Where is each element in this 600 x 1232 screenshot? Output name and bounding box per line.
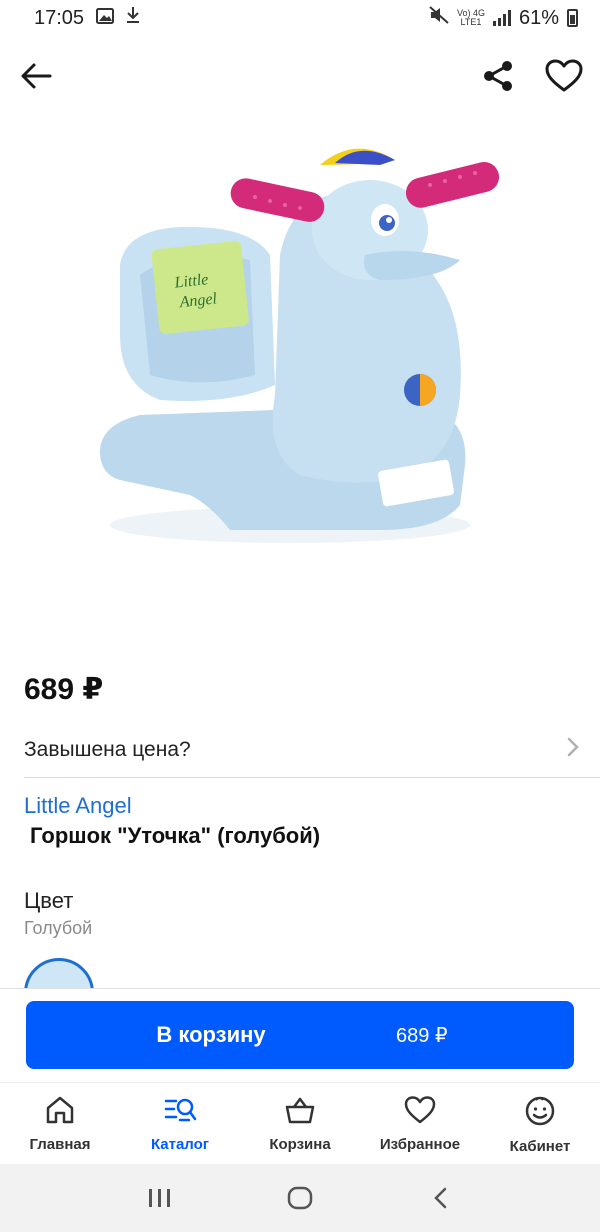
tab-favorites-label: Избранное [379,1136,461,1153]
system-nav-bar [0,1164,600,1232]
back-arrow-icon[interactable] [16,56,56,96]
brand-link[interactable]: Little Angel [24,793,132,819]
share-icon[interactable] [478,56,518,96]
profile-icon [523,1095,557,1132]
catalog-search-icon [163,1095,197,1130]
color-title: Цвет [24,888,74,913]
add-to-cart-button[interactable]: В корзину 689 ₽ [26,1001,574,1069]
color-value: Голубой [24,918,93,938]
battery-percent: 61% [518,6,559,29]
status-bar: 17:05 Vo) 4G LTE1 61% [0,0,600,36]
network-line: LTE1 [460,17,482,27]
home-icon [44,1095,76,1130]
tab-home-label: Главная [29,1136,91,1153]
tab-account[interactable]: Кабинет [480,1083,600,1164]
tab-cart-label: Корзина [269,1136,331,1153]
favorite-heart-icon[interactable] [544,56,584,96]
recent-apps-button[interactable] [130,1178,190,1218]
tab-account-label: Кабинет [509,1138,571,1155]
report-price-label: Завышена цена? [24,737,191,761]
top-nav [0,44,600,108]
chevron-right-icon [566,736,580,763]
network-indicator: Vo) 4G LTE1 [457,9,485,27]
tab-favorites[interactable]: Избранное [360,1083,480,1164]
tab-cart[interactable]: Корзина [240,1083,360,1164]
product-image[interactable]: Little Angel [80,135,500,555]
cart-bar: В корзину 689 ₽ [0,988,600,1082]
heart-icon [403,1095,437,1130]
signal-icon [492,10,511,26]
home-button[interactable] [270,1178,330,1218]
back-button[interactable] [410,1178,470,1218]
product-name: Горшок "Уточка" (голубой) [30,823,321,848]
basket-icon [283,1095,317,1130]
report-price-row[interactable]: Завышена цена? [24,722,600,778]
status-time: 17:05 [34,6,85,29]
bottom-nav: Главная Каталог Корзина Избранное Кабине… [0,1082,600,1164]
download-icon [126,6,140,30]
product-price: 689 ₽ [24,673,104,706]
gallery-icon [96,7,115,30]
mute-icon [429,6,449,30]
tab-home[interactable]: Главная [0,1083,120,1164]
add-to-cart-label: В корзину [156,1022,266,1047]
tab-catalog[interactable]: Каталог [120,1083,240,1164]
add-to-cart-price: 689 ₽ [396,1024,448,1047]
svg-text:Little: Little [173,271,209,292]
battery-icon [567,9,578,27]
tab-catalog-label: Каталог [150,1136,210,1153]
